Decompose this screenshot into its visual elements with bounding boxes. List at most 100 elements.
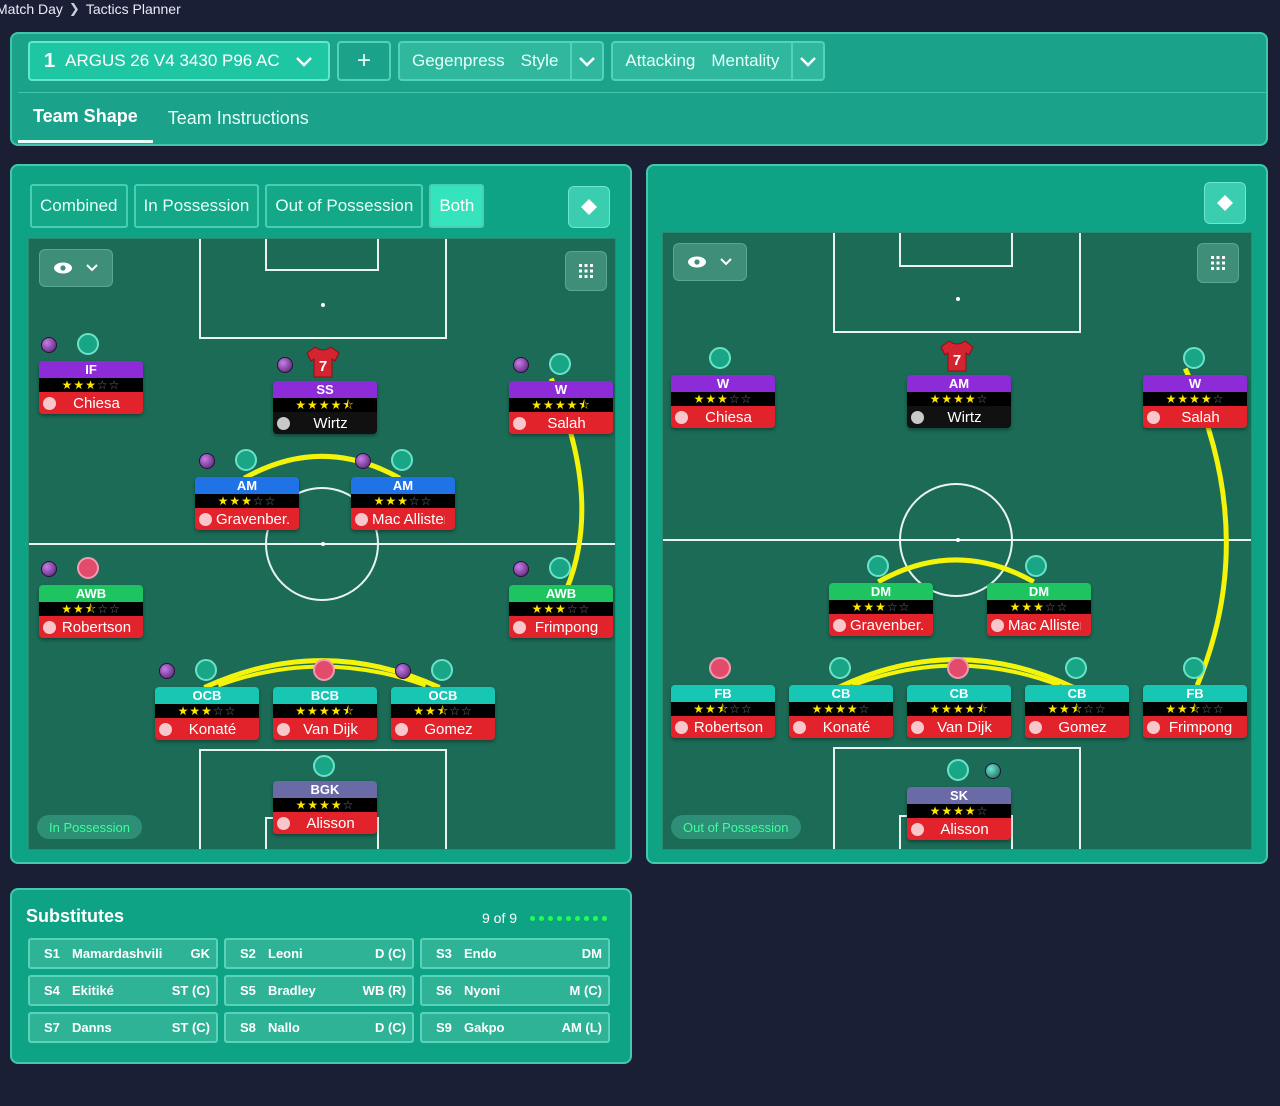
tactic-toolbar: 1 ARGUS 26 V4 3430 P96 AC + Gegenpress S…	[28, 41, 826, 81]
player-card-konate[interactable]: OCB ★★★☆☆ Konaté	[155, 687, 259, 740]
trait-orb-icon	[985, 763, 1001, 779]
grid-view-button[interactable]	[1197, 243, 1239, 283]
player-name: Chiesa	[705, 408, 752, 426]
duty-icon	[945, 759, 971, 781]
person-icon	[43, 396, 56, 410]
player-card-alisson[interactable]: SK ★★★★☆ Alisson	[907, 787, 1011, 840]
person-icon	[159, 722, 172, 736]
trait-orb-icon	[41, 561, 57, 577]
player-name: Robertson	[61, 618, 132, 636]
player-role: IF	[39, 361, 143, 378]
tab-both[interactable]: Both	[429, 184, 485, 228]
player-role: AWB	[509, 585, 613, 602]
substitute-item[interactable]: S7 Danns ST (C)	[28, 1012, 218, 1043]
player-name: Chiesa	[73, 394, 120, 412]
player-card-mac-allister[interactable]: AM ★★★☆☆ Mac Allister	[351, 477, 455, 530]
trait-orb-icon	[277, 357, 293, 373]
penalty-spot-top	[321, 303, 325, 307]
substitute-item[interactable]: S2 Leoni D (C)	[224, 938, 414, 969]
star-rating: ★★★★☆	[907, 804, 1011, 818]
substitute-item[interactable]: S6 Nyoni M (C)	[420, 975, 610, 1006]
substitutes-panel: Substitutes 9 of 9 S1 Mamardashvili GK S2 L…	[10, 888, 632, 1064]
player-card-chiesa[interactable]: IF ★★★☆☆ Chiesa	[39, 361, 143, 414]
star-rating: ★★★☆☆	[829, 600, 933, 614]
visibility-toggle[interactable]	[39, 249, 113, 287]
style-select[interactable]: Gegenpress Style	[398, 41, 605, 81]
player-card-konate[interactable]: CB ★★★★☆ Konaté	[789, 685, 893, 738]
player-card-gravenberch[interactable]: AM ★★★☆☆ Gravenber...	[195, 477, 299, 530]
player-card-gomez[interactable]: CB ★★⯪☆☆ Gomez	[1025, 685, 1129, 738]
mentality-label: Mentality	[711, 51, 780, 70]
tab-team-instructions[interactable]: Team Instructions	[153, 93, 324, 143]
mentality-select[interactable]: Attacking Mentality	[611, 41, 826, 81]
star-rating: ★★⯪☆☆	[391, 704, 495, 718]
diamond-icon	[1217, 195, 1233, 211]
player-card-frimpong[interactable]: AWB ★★★☆☆ Frimpong	[509, 585, 613, 638]
person-icon	[1147, 410, 1160, 424]
tactic-options-button[interactable]	[568, 186, 610, 228]
person-icon	[911, 822, 924, 836]
player-role: SK	[907, 787, 1011, 804]
tactic-number: 1	[44, 49, 56, 72]
star-rating: ★★★☆☆	[509, 602, 613, 616]
player-role: FB	[671, 685, 775, 702]
player-role: BCB	[273, 687, 377, 704]
duty-icon	[865, 555, 891, 577]
tactic-select[interactable]: 1 ARGUS 26 V4 3430 P96 AC	[28, 41, 330, 81]
tactic-options-button[interactable]	[1204, 182, 1246, 224]
add-tactic-button[interactable]: +	[337, 41, 391, 81]
player-card-alisson[interactable]: BGK ★★★★☆ Alisson	[273, 781, 377, 834]
substitute-item[interactable]: S3 Endo DM	[420, 938, 610, 969]
grid-view-button[interactable]	[565, 251, 607, 291]
player-card-chiesa[interactable]: W ★★★☆☆ Chiesa	[671, 375, 775, 428]
player-card-salah[interactable]: W ★★★★☆ Salah	[1143, 375, 1247, 428]
star-rating: ★★★★☆	[1143, 392, 1247, 406]
player-role: AWB	[39, 585, 143, 602]
breadcrumb-parent[interactable]: Match Day	[0, 1, 63, 17]
player-card-frimpong[interactable]: FB ★★⯪☆☆ Frimpong	[1143, 685, 1247, 738]
person-icon	[991, 618, 1004, 632]
eye-icon	[688, 256, 706, 268]
player-card-mac-allister[interactable]: DM ★★★☆☆ Mac Allister	[987, 583, 1091, 636]
player-card-salah[interactable]: W ★★★★⯪ Salah	[509, 381, 613, 434]
substitute-item[interactable]: S4 Ekitiké ST (C)	[28, 975, 218, 1006]
person-icon	[675, 720, 688, 734]
trait-orb-icon	[159, 663, 175, 679]
player-card-gomez[interactable]: OCB ★★⯪☆☆ Gomez	[391, 687, 495, 740]
player-card-robertson[interactable]: AWB ★★⯪☆☆ Robertson	[39, 585, 143, 638]
duty-icon	[1181, 657, 1207, 679]
visibility-toggle[interactable]	[673, 243, 747, 281]
tab-combined[interactable]: Combined	[30, 184, 128, 228]
penalty-spot-top	[956, 297, 960, 301]
style-dropdown-button[interactable]	[570, 43, 602, 79]
tab-team-shape[interactable]: Team Shape	[18, 93, 153, 143]
player-role: BGK	[273, 781, 377, 798]
mentality-dropdown-button[interactable]	[791, 43, 823, 79]
player-card-van-dijk[interactable]: BCB ★★★★⯪ Van Dijk	[273, 687, 377, 740]
player-role: OCB	[155, 687, 259, 704]
player-card-robertson[interactable]: FB ★★⯪☆☆ Robertson	[671, 685, 775, 738]
tab-out-of-possession[interactable]: Out of Possession	[265, 184, 424, 228]
player-name: Gravenber...	[216, 510, 289, 528]
duty-icon	[707, 347, 733, 369]
player-card-wirtz[interactable]: SS ★★★★⯪ Wirtz	[273, 381, 377, 434]
player-card-van-dijk[interactable]: CB ★★★★⯪ Van Dijk	[907, 685, 1011, 738]
player-card-gravenberch[interactable]: DM ★★★☆☆ Gravenber...	[829, 583, 933, 636]
player-name: Alisson	[306, 814, 355, 832]
substitutes-indicator	[530, 916, 607, 921]
pitch: W ★★★☆☆ Chiesa 7 AM ★★★★☆ Wirtz W ★★★★☆ …	[662, 232, 1252, 850]
substitute-item[interactable]: S1 Mamardashvili GK	[28, 938, 218, 969]
star-rating: ★★★☆☆	[987, 600, 1091, 614]
grid-icon	[579, 264, 593, 278]
person-icon	[355, 512, 368, 526]
person-icon	[911, 720, 924, 734]
substitute-item[interactable]: S9 Gakpo AM (L)	[420, 1012, 610, 1043]
player-role: CB	[907, 685, 1011, 702]
substitute-item[interactable]: S8 Nallo D (C)	[224, 1012, 414, 1043]
tab-in-possession[interactable]: In Possession	[133, 184, 260, 228]
player-card-wirtz[interactable]: AM ★★★★☆ Wirtz	[907, 375, 1011, 428]
substitute-item[interactable]: S5 Bradley WB (R)	[224, 975, 414, 1006]
star-rating: ★★★★☆	[789, 702, 893, 716]
duty-icon	[75, 333, 101, 355]
centre-spot	[321, 542, 325, 546]
